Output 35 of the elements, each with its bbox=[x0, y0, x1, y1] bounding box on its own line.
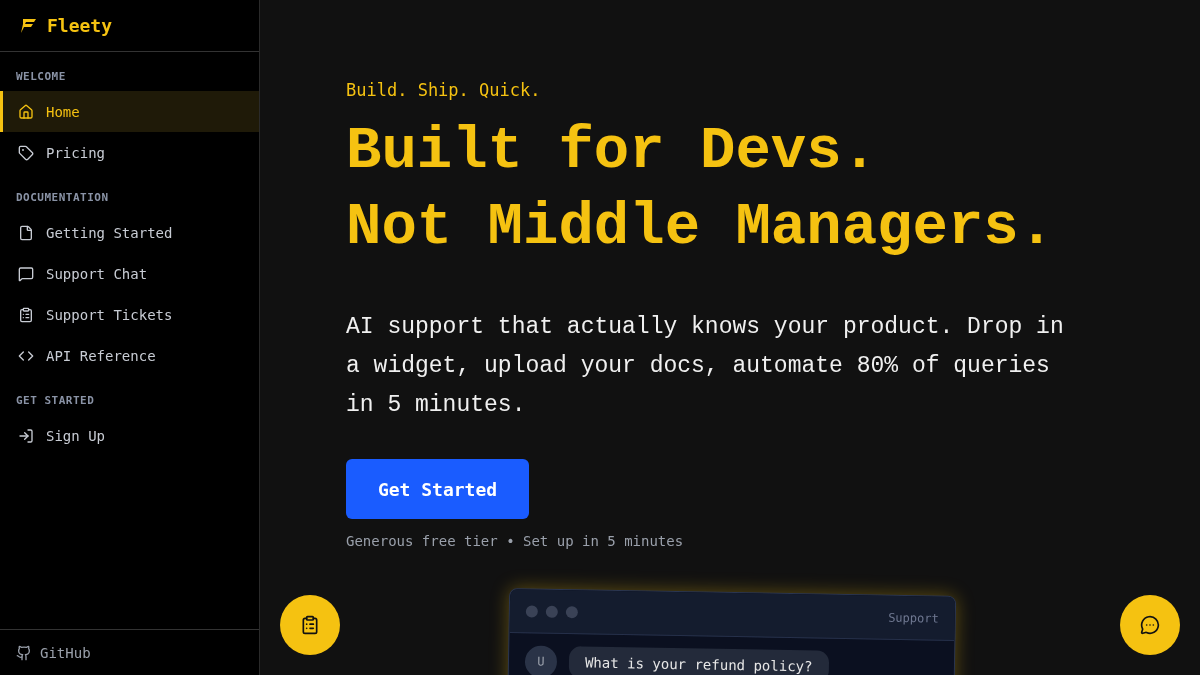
clipboard-button[interactable] bbox=[280, 595, 340, 655]
headline: Built for Devs. Not Middle Managers. bbox=[346, 117, 1056, 263]
clipboard-icon bbox=[18, 306, 34, 323]
sidebar-item[interactable]: Pricing bbox=[0, 132, 259, 173]
section-title: GET STARTED bbox=[15, 393, 96, 409]
clipboard-icon bbox=[300, 615, 320, 635]
sidebar-item[interactable]: Sign Up bbox=[0, 415, 259, 456]
chat-button[interactable] bbox=[1120, 595, 1180, 655]
window-dot bbox=[565, 605, 578, 618]
bolt-logo-icon bbox=[19, 17, 37, 34]
section-title: DOCUMENTATION bbox=[15, 190, 110, 206]
description: AI support that actually knows your product. Drop in a widget, upload your docs, automate 80% of queries in 5 minutes. bbox=[346, 313, 1065, 420]
chat-icon bbox=[18, 265, 34, 282]
sidebar-item[interactable]: Support Chat bbox=[0, 253, 259, 294]
chat-icon bbox=[1140, 615, 1160, 635]
sidebar-item[interactable]: Getting Started bbox=[0, 212, 259, 253]
cta-note: Generous free tier • Set up in 5 minutes bbox=[346, 533, 685, 549]
user-avatar: U bbox=[524, 645, 558, 675]
window-dot bbox=[545, 605, 558, 618]
sidebar-item[interactable]: Support Tickets bbox=[0, 294, 259, 335]
file-icon bbox=[18, 224, 34, 241]
tagline: Build. Ship. Quick. bbox=[346, 80, 542, 100]
window-title: Support bbox=[888, 610, 939, 626]
section-title: WELCOME bbox=[15, 69, 67, 85]
window-dot bbox=[525, 604, 538, 618]
brand-name: Fleety bbox=[47, 15, 113, 36]
get-started-button[interactable]: Get Started bbox=[346, 459, 529, 519]
home-icon bbox=[18, 103, 34, 120]
message-bubble: What is your refund policy? bbox=[568, 646, 829, 675]
sidebar-item[interactable]: API Reference bbox=[0, 335, 259, 376]
tag-icon bbox=[18, 144, 34, 161]
github-icon bbox=[16, 644, 32, 661]
login-icon bbox=[18, 427, 34, 444]
github-link[interactable]: GitHub bbox=[0, 629, 259, 675]
sidebar-item[interactable]: Home bbox=[0, 91, 259, 132]
